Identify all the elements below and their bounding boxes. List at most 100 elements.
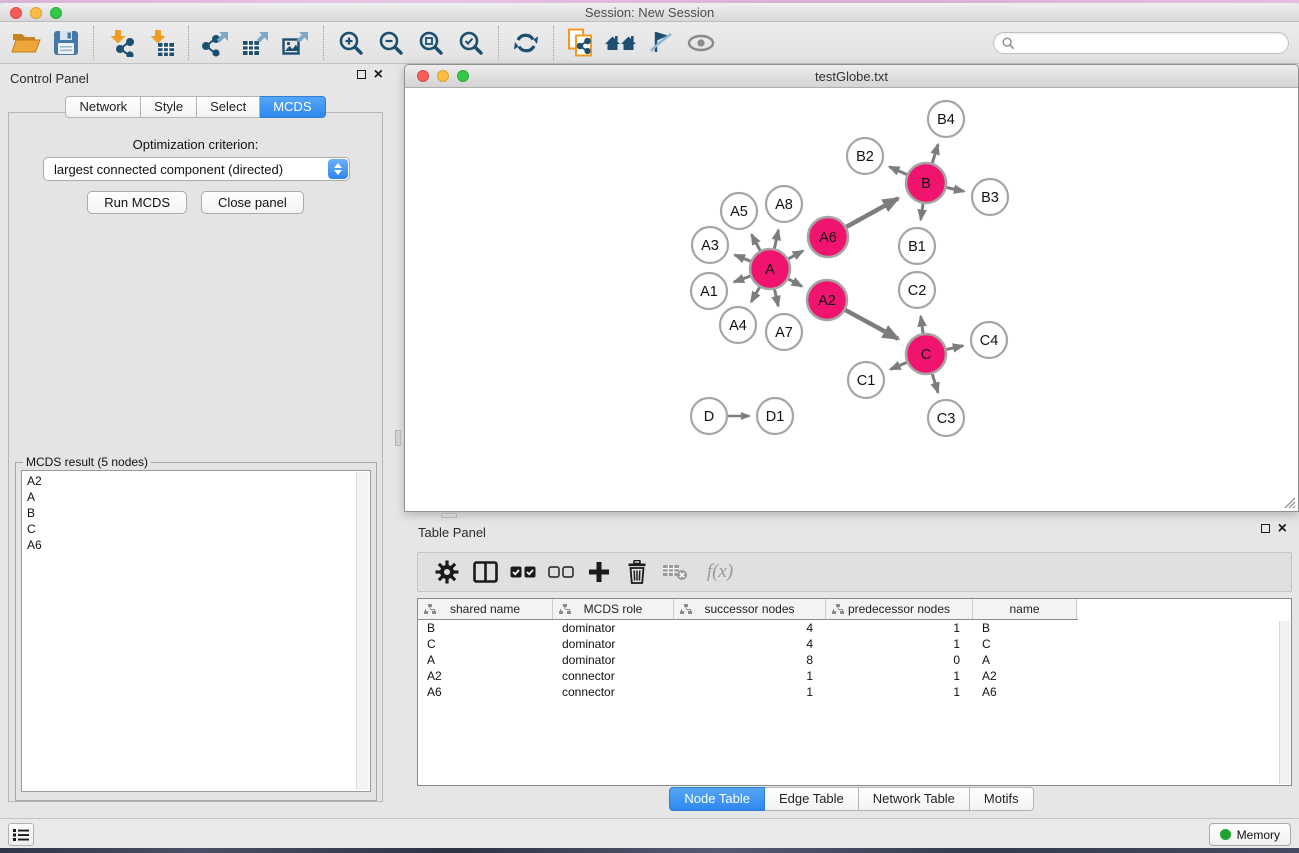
resize-grip-icon[interactable] xyxy=(1282,495,1296,509)
graph-edge[interactable] xyxy=(946,346,963,350)
table-cell[interactable]: 4 xyxy=(674,620,826,636)
open-session-button[interactable] xyxy=(6,25,46,61)
show-columns-button[interactable] xyxy=(466,555,504,589)
graph-edge[interactable] xyxy=(890,362,906,369)
table-cell[interactable]: A6 xyxy=(973,684,1077,700)
delete-columns-button[interactable] xyxy=(618,555,656,589)
deselect-all-columns-button[interactable] xyxy=(542,555,580,589)
graph-edge[interactable] xyxy=(788,279,801,286)
graph-edge[interactable] xyxy=(734,276,750,282)
column-header-shared-name[interactable]: shared name xyxy=(418,599,553,619)
vertical-splitter-handle[interactable] xyxy=(395,430,401,446)
hide-selected-button[interactable] xyxy=(641,25,681,61)
graph-edge[interactable] xyxy=(932,374,938,393)
column-header-successor-nodes[interactable]: successor nodes xyxy=(674,599,826,619)
graph-edge[interactable] xyxy=(947,187,964,191)
float-panel-icon[interactable] xyxy=(357,70,366,79)
criterion-select[interactable]: largest connected component (directed) xyxy=(43,157,350,181)
export-network-button[interactable] xyxy=(196,25,236,61)
delete-table-button[interactable] xyxy=(656,555,694,589)
network-window-titlebar[interactable]: testGlobe.txt xyxy=(405,65,1298,88)
graph-edge[interactable] xyxy=(752,234,761,250)
list-item[interactable]: A6 xyxy=(27,537,370,553)
network-canvas[interactable]: B4B2BB3B1A5A8A6A3AA1A2C2A4A7C4CC1C3DD1 xyxy=(405,88,1298,511)
list-item[interactable]: C xyxy=(27,521,370,537)
table-cell[interactable]: A2 xyxy=(973,668,1077,684)
column-header-name[interactable]: name xyxy=(973,599,1077,619)
export-image-button[interactable] xyxy=(276,25,316,61)
close-panel-icon[interactable]: × xyxy=(374,70,383,79)
column-header-mcds-role[interactable]: MCDS role xyxy=(553,599,674,619)
export-table-button[interactable] xyxy=(236,25,276,61)
table-cell[interactable]: 0 xyxy=(826,652,973,668)
table-row[interactable]: A2connector11A2 xyxy=(418,668,1291,684)
tab-node-table[interactable]: Node Table xyxy=(669,787,765,811)
home-view-button[interactable] xyxy=(601,25,641,61)
table-row[interactable]: A6connector11A6 xyxy=(418,684,1291,700)
table-cell[interactable]: 4 xyxy=(674,636,826,652)
zoom-in-button[interactable] xyxy=(331,25,371,61)
list-item[interactable]: A xyxy=(27,489,370,505)
refresh-view-button[interactable] xyxy=(506,25,546,61)
graph-edge[interactable] xyxy=(788,251,803,259)
graph-edge[interactable] xyxy=(921,204,923,220)
graph-edge[interactable] xyxy=(932,144,938,163)
column-header-predecessor-nodes[interactable]: predecessor nodes xyxy=(826,599,973,619)
tab-style[interactable]: Style xyxy=(141,96,197,118)
table-cell[interactable]: A xyxy=(418,652,553,668)
search-field[interactable] xyxy=(993,32,1289,54)
table-cell[interactable]: A2 xyxy=(418,668,553,684)
table-cell[interactable]: B xyxy=(418,620,553,636)
list-item[interactable]: A2 xyxy=(27,473,370,489)
zoom-selected-button[interactable] xyxy=(451,25,491,61)
table-cell[interactable]: 1 xyxy=(826,636,973,652)
import-table-button[interactable] xyxy=(141,25,181,61)
table-cell[interactable]: dominator xyxy=(553,636,674,652)
table-row[interactable]: Cdominator41C xyxy=(418,636,1291,652)
table-cell[interactable]: dominator xyxy=(553,620,674,636)
show-all-button[interactable] xyxy=(681,25,721,61)
table-cell[interactable]: A xyxy=(973,652,1077,668)
select-all-columns-button[interactable] xyxy=(504,555,542,589)
table-cell[interactable]: 8 xyxy=(674,652,826,668)
table-scrollbar[interactable] xyxy=(1279,621,1290,784)
save-session-button[interactable] xyxy=(46,25,86,61)
table-row[interactable]: Adominator80A xyxy=(418,652,1291,668)
zoom-fit-button[interactable] xyxy=(411,25,451,61)
memory-button[interactable]: Memory xyxy=(1209,823,1291,846)
graph-edge[interactable] xyxy=(889,167,906,175)
run-mcds-button[interactable]: Run MCDS xyxy=(87,191,187,214)
tab-motifs[interactable]: Motifs xyxy=(970,787,1034,811)
tab-select[interactable]: Select xyxy=(197,96,260,118)
graph-edge[interactable] xyxy=(751,287,759,302)
graph-edge[interactable] xyxy=(845,310,898,339)
table-cell[interactable]: connector xyxy=(553,668,674,684)
table-cell[interactable]: 1 xyxy=(674,684,826,700)
table-row[interactable]: Bdominator41B xyxy=(418,620,1291,636)
new-network-from-selection-button[interactable] xyxy=(561,25,601,61)
list-item[interactable]: B xyxy=(27,505,370,521)
graph-edge[interactable] xyxy=(774,230,778,248)
close-panel-icon[interactable]: × xyxy=(1278,524,1287,533)
task-history-button[interactable] xyxy=(8,823,34,846)
float-panel-icon[interactable] xyxy=(1261,524,1270,533)
graph-edge[interactable] xyxy=(846,198,898,226)
table-cell[interactable]: C xyxy=(418,636,553,652)
tab-network[interactable]: Network xyxy=(65,96,141,118)
table-cell[interactable]: connector xyxy=(553,684,674,700)
table-cell[interactable]: A6 xyxy=(418,684,553,700)
graph-edge[interactable] xyxy=(735,255,751,261)
import-network-button[interactable] xyxy=(101,25,141,61)
function-builder-button[interactable]: f(x) xyxy=(694,555,746,589)
graph-edge[interactable] xyxy=(921,316,923,333)
zoom-out-button[interactable] xyxy=(371,25,411,61)
table-cell[interactable]: B xyxy=(973,620,1077,636)
add-column-button[interactable] xyxy=(580,555,618,589)
table-cell[interactable]: 1 xyxy=(826,620,973,636)
tab-network-table[interactable]: Network Table xyxy=(859,787,970,811)
table-cell[interactable]: 1 xyxy=(826,668,973,684)
table-cell[interactable]: 1 xyxy=(826,684,973,700)
result-scrollbar[interactable] xyxy=(356,472,369,790)
window-titlebar[interactable]: Session: New Session xyxy=(0,3,1299,22)
table-cell[interactable]: dominator xyxy=(553,652,674,668)
